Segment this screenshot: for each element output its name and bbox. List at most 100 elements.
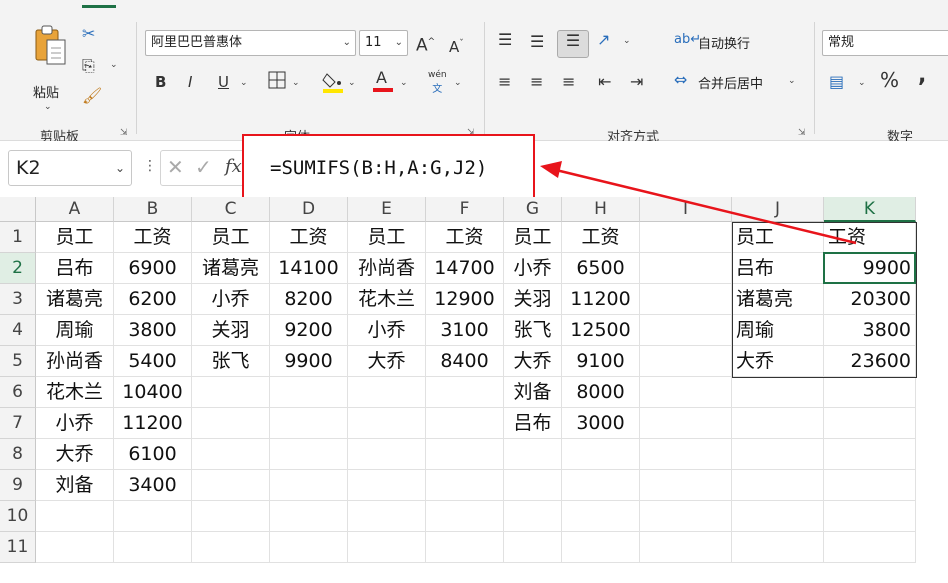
cell-b8[interactable]: 6100 — [114, 439, 192, 470]
cell-d4[interactable]: 9200 — [270, 315, 348, 346]
cell-b11[interactable] — [114, 532, 192, 563]
decrease-indent-icon[interactable]: ⇤ — [598, 72, 611, 92]
cell-k9[interactable] — [824, 470, 916, 501]
cell-i11[interactable] — [640, 532, 732, 563]
cell-f7[interactable] — [426, 408, 504, 439]
cell-j1[interactable]: 员工 — [732, 222, 824, 253]
cell-e10[interactable] — [348, 501, 426, 532]
cell-c4[interactable]: 关羽 — [192, 315, 270, 346]
percent-style-button[interactable]: % — [880, 70, 899, 90]
middle-align-icon[interactable]: ☰ — [530, 32, 544, 52]
underline-dropdown-icon[interactable]: ⌄ — [240, 78, 248, 88]
cell-k10[interactable] — [824, 501, 916, 532]
cell-f8[interactable] — [426, 439, 504, 470]
name-box[interactable]: K2 ⌄ — [8, 150, 132, 186]
cell-g5[interactable]: 大乔 — [504, 346, 562, 377]
cell-d11[interactable] — [270, 532, 348, 563]
borders-icon[interactable] — [268, 71, 286, 94]
formula-bar-menu-icon[interactable]: ⋮ — [143, 158, 157, 174]
cell-j9[interactable] — [732, 470, 824, 501]
cell-d10[interactable] — [270, 501, 348, 532]
enter-icon[interactable]: ✓ — [195, 155, 212, 179]
paste-button[interactable]: 粘贴 ⌄ — [26, 24, 70, 112]
cell-b10[interactable] — [114, 501, 192, 532]
cell-g2[interactable]: 小乔 — [504, 253, 562, 284]
cell-h7[interactable]: 3000 — [562, 408, 640, 439]
cell-d6[interactable] — [270, 377, 348, 408]
cell-b2[interactable]: 6900 — [114, 253, 192, 284]
comma-style-button[interactable]: , — [918, 65, 926, 87]
cell-d9[interactable] — [270, 470, 348, 501]
column-header-c[interactable]: C — [192, 197, 270, 222]
top-align-icon[interactable]: ☰ — [498, 30, 512, 50]
number-format-dropdown[interactable]: 常规 — [822, 30, 948, 56]
cell-e8[interactable] — [348, 439, 426, 470]
column-header-d[interactable]: D — [270, 197, 348, 222]
cell-c10[interactable] — [192, 501, 270, 532]
cell-d7[interactable] — [270, 408, 348, 439]
cell-g10[interactable] — [504, 501, 562, 532]
cell-f3[interactable]: 12900 — [426, 284, 504, 315]
cell-b7[interactable]: 11200 — [114, 408, 192, 439]
row-header-11[interactable]: 11 — [0, 532, 36, 563]
cell-g9[interactable] — [504, 470, 562, 501]
cell-i4[interactable] — [640, 315, 732, 346]
cell-e5[interactable]: 大乔 — [348, 346, 426, 377]
formula-input[interactable]: =SUMIFS(B:H,A:G,J2) — [270, 157, 487, 179]
column-header-a[interactable]: A — [36, 197, 114, 222]
cell-d1[interactable]: 工资 — [270, 222, 348, 253]
cell-k8[interactable] — [824, 439, 916, 470]
cell-e4[interactable]: 小乔 — [348, 315, 426, 346]
decrease-font-size-icon[interactable]: Aˇ — [449, 34, 464, 57]
format-painter-icon[interactable]: 🖌 — [82, 86, 102, 106]
cell-h11[interactable] — [562, 532, 640, 563]
cell-k7[interactable] — [824, 408, 916, 439]
cell-c7[interactable] — [192, 408, 270, 439]
cell-d8[interactable] — [270, 439, 348, 470]
cell-e6[interactable] — [348, 377, 426, 408]
cell-c11[interactable] — [192, 532, 270, 563]
cell-e11[interactable] — [348, 532, 426, 563]
cell-j8[interactable] — [732, 439, 824, 470]
cell-f10[interactable] — [426, 501, 504, 532]
row-header-8[interactable]: 8 — [0, 439, 36, 470]
borders-dropdown-icon[interactable]: ⌄ — [292, 78, 300, 88]
accounting-format-icon[interactable]: ▤ — [829, 72, 844, 92]
column-header-h[interactable]: H — [562, 197, 640, 222]
cell-a10[interactable] — [36, 501, 114, 532]
cell-g4[interactable]: 张飞 — [504, 315, 562, 346]
cell-g3[interactable]: 关羽 — [504, 284, 562, 315]
align-right-icon[interactable]: ≡ — [562, 72, 575, 92]
cell-h6[interactable]: 8000 — [562, 377, 640, 408]
cell-a3[interactable]: 诸葛亮 — [36, 284, 114, 315]
cell-d3[interactable]: 8200 — [270, 284, 348, 315]
italic-button[interactable]: I — [188, 72, 192, 92]
cell-a2[interactable]: 吕布 — [36, 253, 114, 284]
cell-c5[interactable]: 张飞 — [192, 346, 270, 377]
fill-color-icon[interactable] — [322, 70, 344, 99]
cell-i2[interactable] — [640, 253, 732, 284]
cell-i8[interactable] — [640, 439, 732, 470]
cell-b3[interactable]: 6200 — [114, 284, 192, 315]
cell-c8[interactable] — [192, 439, 270, 470]
column-header-i[interactable]: I — [640, 197, 732, 222]
font-color-dropdown-icon[interactable]: ⌄ — [400, 78, 408, 88]
bottom-align-icon[interactable]: ☰ — [557, 30, 589, 58]
cell-i5[interactable] — [640, 346, 732, 377]
cell-a8[interactable]: 大乔 — [36, 439, 114, 470]
cell-h3[interactable]: 11200 — [562, 284, 640, 315]
cell-a5[interactable]: 孙尚香 — [36, 346, 114, 377]
cell-d5[interactable]: 9900 — [270, 346, 348, 377]
cell-h8[interactable] — [562, 439, 640, 470]
cell-j6[interactable] — [732, 377, 824, 408]
row-header-9[interactable]: 9 — [0, 470, 36, 501]
cell-h10[interactable] — [562, 501, 640, 532]
increase-font-size-icon[interactable]: A^ — [416, 32, 435, 56]
copy-icon[interactable]: ⎘ — [82, 56, 95, 76]
cancel-icon[interactable]: ✕ — [167, 155, 184, 179]
cell-i9[interactable] — [640, 470, 732, 501]
orientation-dropdown-icon[interactable]: ⌄ — [623, 36, 631, 46]
select-all-corner[interactable] — [0, 197, 36, 222]
cell-j3[interactable]: 诸葛亮 — [732, 284, 824, 315]
cell-e1[interactable]: 员工 — [348, 222, 426, 253]
